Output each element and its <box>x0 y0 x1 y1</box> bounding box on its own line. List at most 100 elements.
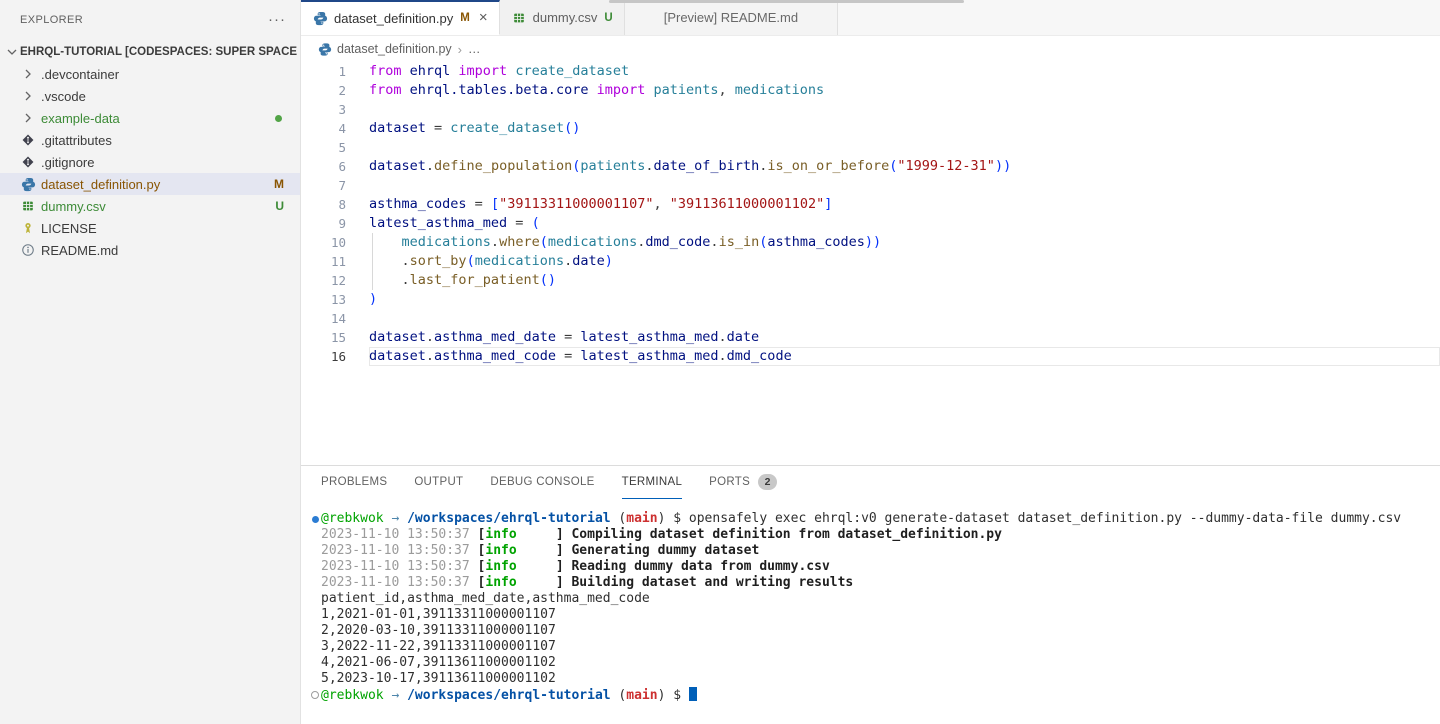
terminal-token: @rebkwok <box>321 511 384 526</box>
code-token: = <box>426 120 450 136</box>
line-number: 3 <box>301 100 369 119</box>
code-token: ( <box>532 215 540 231</box>
code-editor[interactable]: 1from ehrql import create_dataset2from e… <box>301 62 1440 465</box>
panel-tab-ports[interactable]: PORTS2 <box>709 466 777 499</box>
code-token: , <box>719 82 735 98</box>
terminal-line-text: 2023-11-10 13:50:37 [info ] Building dat… <box>321 575 853 591</box>
code-line-5: 5 <box>301 138 1440 157</box>
terminal-token: info <box>485 527 516 542</box>
terminal-gutter <box>309 591 321 607</box>
code-line-content <box>369 176 1440 195</box>
code-token: dmd_code <box>645 234 710 250</box>
terminal-token: main <box>626 688 657 703</box>
code-line-7: 7 <box>301 176 1440 195</box>
panel-tab-output[interactable]: OUTPUT <box>414 466 463 499</box>
terminal-token: 3,2022-11-22,39113311000001107 <box>321 639 556 654</box>
tab-dirty-badge: U <box>604 12 612 24</box>
breadcrumb-file[interactable]: dataset_definition.py <box>337 42 452 56</box>
code-token: dataset <box>369 348 426 364</box>
code-line-8: 8asthma_codes = ["39113311000001107", "3… <box>301 195 1440 214</box>
terminal-token: 4,2021-06-07,39113611000001102 <box>321 655 556 670</box>
terminal-token: 2023-11-10 13:50:37 <box>321 575 478 590</box>
code-token: from <box>369 82 410 98</box>
tab-dummy-csv[interactable]: dummy.csvU <box>500 0 625 35</box>
terminal[interactable]: @rebkwok → /workspaces/ehrql-tutorial (m… <box>301 499 1440 724</box>
terminal-gutter <box>309 575 321 591</box>
code-token: from <box>369 63 410 79</box>
code-line-11: 11 .sort_by(medications.date) <box>301 252 1440 271</box>
command-decoration-icon <box>309 511 321 527</box>
line-number: 13 <box>301 290 369 309</box>
tree-item-README.md[interactable]: README.md <box>0 239 300 261</box>
terminal-line-1: @rebkwok → /workspaces/ehrql-tutorial (m… <box>309 511 1440 527</box>
code-token: "39113611000001102" <box>670 196 824 212</box>
code-line-content: medications.where(medications.dmd_code.i… <box>369 233 1440 252</box>
bottom-panel: PROBLEMS OUTPUT DEBUG CONSOLE TERMINAL PORTS… <box>301 465 1440 724</box>
tree-item-dataset_definition.py[interactable]: dataset_definition.pyM <box>0 173 300 195</box>
breadcrumb-symbol[interactable]: … <box>468 42 481 56</box>
terminal-token: ) $ <box>658 688 689 703</box>
code-line-content: ) <box>369 290 1440 309</box>
close-icon[interactable]: × <box>479 12 488 24</box>
code-token: ehrql.tables.beta.core <box>410 82 597 98</box>
terminal-token: /workspaces/ehrql-tutorial <box>407 511 611 526</box>
panel-tab-problems[interactable]: PROBLEMS <box>321 466 387 499</box>
code-line-content <box>369 138 1440 157</box>
command-decoration-icon <box>309 687 321 703</box>
code-token: create_dataset <box>450 120 564 136</box>
code-token: ) <box>605 253 613 269</box>
tree-item-.gitattributes[interactable]: .gitattributes <box>0 129 300 151</box>
code-token: latest_asthma_med <box>369 215 507 231</box>
more-actions-icon[interactable]: ··· <box>268 15 286 25</box>
breadcrumb: dataset_definition.py › … <box>301 36 1440 62</box>
tree-item-.vscode[interactable]: .vscode <box>0 85 300 107</box>
tree-item-.gitignore[interactable]: .gitignore <box>0 151 300 173</box>
line-number: 5 <box>301 138 369 157</box>
ports-count-badge: 2 <box>758 474 777 490</box>
terminal-token: 2,2020-03-10,39113311000001107 <box>321 623 556 638</box>
terminal-token: Generating dummy dataset <box>571 543 759 558</box>
chevron-right-icon <box>20 110 36 126</box>
terminal-token: main <box>626 511 657 526</box>
code-line-16: 16dataset.asthma_med_code = latest_asthm… <box>301 347 1440 366</box>
code-token: asthma_med_date <box>434 329 556 345</box>
code-line-content: dataset = create_dataset() <box>369 119 1440 138</box>
code-line-13: 13) <box>301 290 1440 309</box>
code-token: dataset <box>369 158 426 174</box>
tree-item-LICENSE[interactable]: LICENSE <box>0 217 300 239</box>
terminal-token: info <box>485 543 516 558</box>
code-line-9: 9latest_asthma_med = ( <box>301 214 1440 233</box>
editor-tab-bar: dataset_definition.pyM×dummy.csvU[Previe… <box>301 0 1440 36</box>
tree-item-dummy.csv[interactable]: dummy.csvU <box>0 195 300 217</box>
code-token: . <box>426 158 434 174</box>
editor-area: dataset_definition.pyM×dummy.csvU[Previe… <box>301 0 1440 724</box>
terminal-token: ] <box>517 559 572 574</box>
code-token: patients <box>653 82 718 98</box>
code-token <box>369 253 402 269</box>
workspace-section-header[interactable]: EHRQL-TUTORIAL [CODESPACES: SUPER SPACE … <box>0 40 300 63</box>
tab-scrollbar[interactable] <box>609 0 964 3</box>
tree-item-example-data[interactable]: example-data <box>0 107 300 129</box>
terminal-token <box>399 511 407 526</box>
terminal-gutter <box>309 607 321 623</box>
tab-dataset_definition-py[interactable]: dataset_definition.pyM× <box>301 0 500 35</box>
csv-icon <box>511 10 527 26</box>
csv-icon <box>20 198 36 214</box>
file-label: README.md <box>41 243 300 258</box>
code-token: date <box>727 329 760 345</box>
code-token: dataset <box>369 120 426 136</box>
tree-item-.devcontainer[interactable]: .devcontainer <box>0 63 300 85</box>
code-token: asthma_codes <box>369 196 467 212</box>
terminal-token: 5,2023-10-17,39113611000001102 <box>321 671 556 686</box>
panel-tab-terminal[interactable]: TERMINAL <box>622 466 683 499</box>
tab--preview-readme-md[interactable]: [Preview] README.md <box>625 0 838 35</box>
panel-tab-label: PROBLEMS <box>321 476 387 488</box>
code-token: is_on_or_before <box>767 158 889 174</box>
line-number: 14 <box>301 309 369 328</box>
code-token: () <box>540 272 556 288</box>
code-token: () <box>564 120 580 136</box>
terminal-cursor <box>689 687 697 701</box>
info-icon <box>20 242 36 258</box>
code-line-content <box>369 309 1440 328</box>
panel-tab-debug-console[interactable]: DEBUG CONSOLE <box>490 466 594 499</box>
